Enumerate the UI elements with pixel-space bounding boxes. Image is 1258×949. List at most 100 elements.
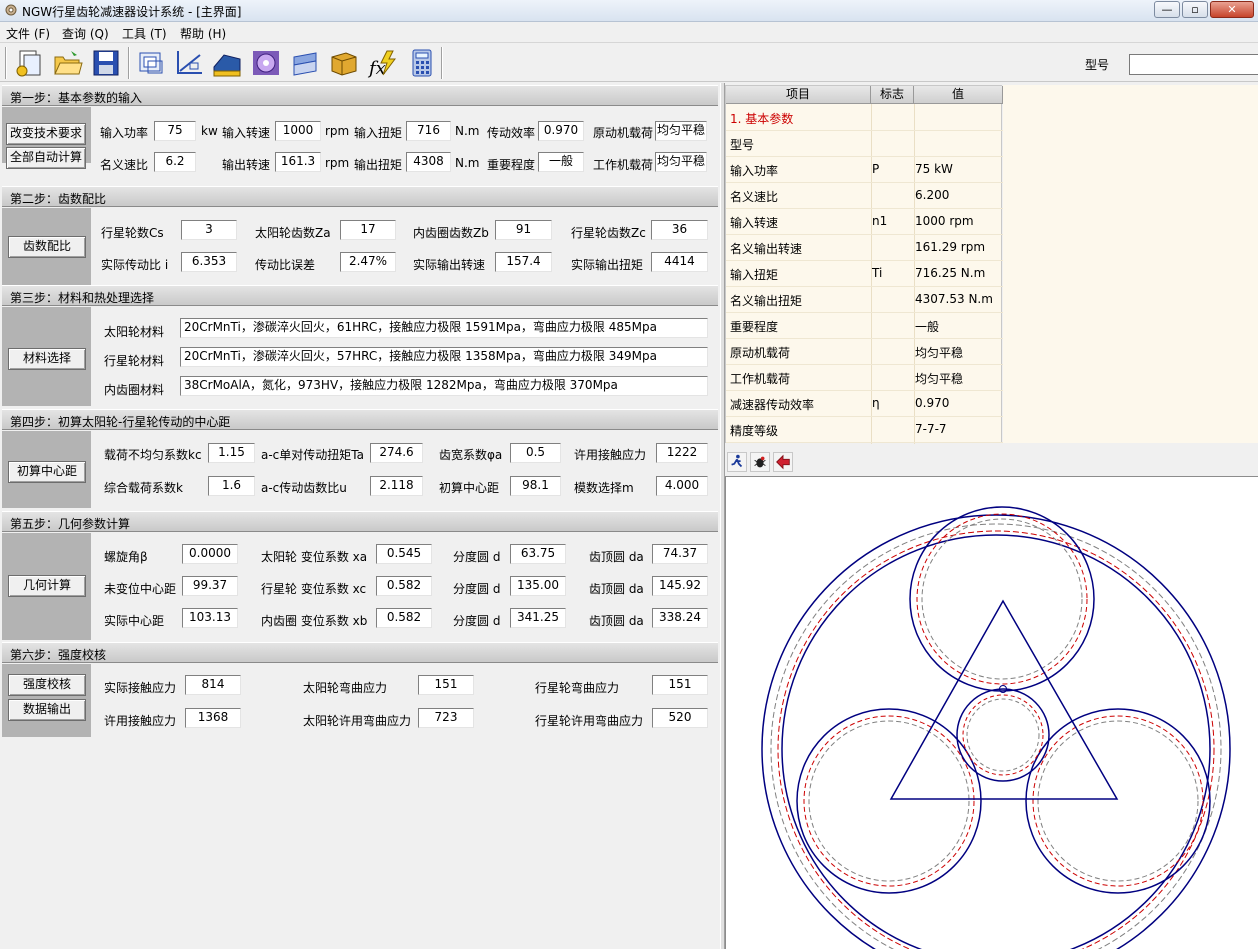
actual-center-field[interactable]: 103.13	[182, 608, 238, 628]
model-input[interactable]	[1129, 54, 1258, 75]
zc-field[interactable]: 36	[651, 220, 708, 240]
fx-formula-icon[interactable]: fx	[365, 47, 399, 79]
kc-field[interactable]: 1.15	[208, 443, 255, 463]
info-table-row[interactable]: 输入功率 P 75 kW	[726, 157, 1003, 183]
change-requirements-button[interactable]: 改变技术要求	[6, 123, 86, 145]
cs-field[interactable]: 3	[181, 220, 237, 240]
planet-bend-field[interactable]: 151	[652, 675, 708, 695]
info-table-row[interactable]: 重要程度 一般	[726, 313, 1003, 339]
beta-field[interactable]: 0.0000	[182, 544, 238, 564]
gear-drawing-canvas[interactable]	[725, 476, 1258, 949]
info-table-row[interactable]: 1. 基本参数	[726, 105, 1003, 131]
back-arrow-icon[interactable]	[773, 452, 793, 472]
box-icon[interactable]	[326, 47, 360, 79]
allow-contact4-field[interactable]: 1222	[656, 443, 708, 463]
info-table-row[interactable]: 输入转速 n1 1000 rpm	[726, 209, 1003, 235]
actual-out-speed-field[interactable]: 157.4	[495, 252, 552, 272]
allow-contact6-field[interactable]: 1368	[185, 708, 241, 728]
k-field[interactable]: 1.6	[208, 476, 255, 496]
ratio-field[interactable]: 6.2	[154, 152, 196, 172]
xc-field[interactable]: 0.582	[376, 576, 432, 596]
ratio-error-field[interactable]: 2.47%	[340, 252, 396, 272]
axes-chart-icon[interactable]	[172, 47, 206, 79]
planet-allow-bend-field[interactable]: 520	[652, 708, 708, 728]
calculator-icon[interactable]	[405, 47, 439, 79]
actual-contact-field[interactable]: 814	[185, 675, 241, 695]
info-table-row[interactable]: 工作机载荷 均匀平稳	[726, 365, 1003, 391]
d2-field[interactable]: 135.00	[510, 576, 566, 596]
sun-allow-bend-field[interactable]: 723	[418, 708, 474, 728]
planet-left-ref-circle	[808, 720, 970, 882]
output-speed-field[interactable]: 161.3	[275, 152, 321, 172]
efficiency-field[interactable]: 0.970	[538, 121, 584, 141]
info-table-row[interactable]: 名义输出转速 161.29 rpm	[726, 235, 1003, 261]
col-header-item[interactable]: 项目	[726, 86, 871, 104]
auto-calc-all-button[interactable]: 全部自动计算	[6, 147, 86, 169]
unshift-center-field[interactable]: 99.37	[182, 576, 238, 596]
input-torque-field[interactable]: 716	[406, 121, 451, 141]
info-item-cell: 输入转速	[730, 216, 779, 230]
bug-icon[interactable]	[750, 452, 770, 472]
info-table-row[interactable]: 原动机载荷 均匀平稳	[726, 339, 1003, 365]
prime-mover-field[interactable]: 均匀平稳	[655, 121, 707, 141]
sun-bend-label: 太阳轮弯曲应力	[303, 681, 388, 695]
d1-field[interactable]: 63.75	[510, 544, 566, 564]
actual-ratio-field[interactable]: 6.353	[181, 252, 237, 272]
layers-icon[interactable]	[288, 47, 322, 79]
sun-bend-field[interactable]: 151	[418, 675, 474, 695]
za-field[interactable]: 17	[340, 220, 396, 240]
zb-field[interactable]: 91	[495, 220, 552, 240]
strength-check-button[interactable]: 强度校核	[8, 674, 86, 696]
print-preview-icon[interactable]	[134, 47, 168, 79]
info-table-row[interactable]: 型号	[726, 131, 1003, 157]
phia-label: 齿宽系数φa	[439, 448, 503, 462]
minimize-button[interactable]: —	[1154, 1, 1180, 18]
restore-button[interactable]: ▫	[1182, 1, 1208, 18]
input-power-field[interactable]: 75	[154, 121, 196, 141]
init-center-field[interactable]: 98.1	[510, 476, 561, 496]
info-table-row[interactable]: 名义输出扭矩 4307.53 N.m	[726, 287, 1003, 313]
info-table-row[interactable]: 减速器传动效率 η 0.970	[726, 391, 1003, 417]
planet-material-field[interactable]: 20CrMnTi，渗碳淬火回火，57HRC，接触应力极限 1358Mpa，弯曲应…	[180, 347, 708, 367]
ring-material-field[interactable]: 38CrMoAlA，氮化，973HV，接触应力极限 1282Mpa，弯曲应力极限…	[180, 376, 708, 396]
open-folder-icon[interactable]	[51, 47, 85, 79]
menu-tools[interactable]: 工具 (T)	[122, 25, 167, 42]
col-header-value[interactable]: 值	[914, 86, 1003, 104]
initial-center-button[interactable]: 初算中心距	[8, 461, 86, 483]
xa-field[interactable]: 0.545	[376, 544, 432, 564]
actual-out-torque-field[interactable]: 4414	[651, 252, 708, 272]
material-select-button[interactable]: 材料选择	[8, 348, 86, 370]
info-table-row[interactable]: 精度等级 7-7-7	[726, 417, 1003, 443]
work-machine-field[interactable]: 均匀平稳	[655, 152, 707, 172]
gear-disc-icon[interactable]	[249, 47, 283, 79]
module-field[interactable]: 4.000	[656, 476, 708, 496]
data-output-button[interactable]: 数据输出	[8, 699, 86, 721]
geometry-calc-button[interactable]: 几何计算	[8, 575, 86, 597]
run-figure-icon[interactable]	[727, 452, 747, 472]
tooth-ratio-button[interactable]: 齿数配比	[8, 236, 86, 258]
menu-query[interactable]: 查询 (Q)	[62, 25, 109, 42]
close-button[interactable]: ✕	[1210, 1, 1254, 18]
info-table-row[interactable]: 输入扭矩 Ti 716.25 N.m	[726, 261, 1003, 287]
menu-help[interactable]: 帮助 (H)	[180, 25, 226, 42]
sun-allow-bend-label: 太阳轮许用弯曲应力	[303, 714, 412, 728]
ruler-block-icon[interactable]	[210, 47, 244, 79]
sun-material-field[interactable]: 20CrMnTi，渗碳淬火回火，61HRC，接触应力极限 1591Mpa，弯曲应…	[180, 318, 708, 338]
importance-field[interactable]: 一般	[538, 152, 584, 172]
col-header-symbol[interactable]: 标志	[871, 86, 914, 104]
new-doc-icon[interactable]	[12, 47, 46, 79]
d3-field[interactable]: 341.25	[510, 608, 566, 628]
info-table-row[interactable]: 名义速比 6.200	[726, 183, 1003, 209]
phia-field[interactable]: 0.5	[510, 443, 561, 463]
da1-field[interactable]: 74.37	[652, 544, 708, 564]
xb-field[interactable]: 0.582	[376, 608, 432, 628]
input-speed-field[interactable]: 1000	[275, 121, 321, 141]
menu-file[interactable]: 文件 (F)	[6, 25, 50, 42]
da3-field[interactable]: 338.24	[652, 608, 708, 628]
planet-allow-bend-label: 行星轮许用弯曲应力	[535, 714, 644, 728]
ta-field[interactable]: 274.6	[370, 443, 423, 463]
output-torque-field[interactable]: 4308	[406, 152, 451, 172]
da2-field[interactable]: 145.92	[652, 576, 708, 596]
save-disk-icon[interactable]	[89, 47, 123, 79]
u-field[interactable]: 2.118	[370, 476, 423, 496]
